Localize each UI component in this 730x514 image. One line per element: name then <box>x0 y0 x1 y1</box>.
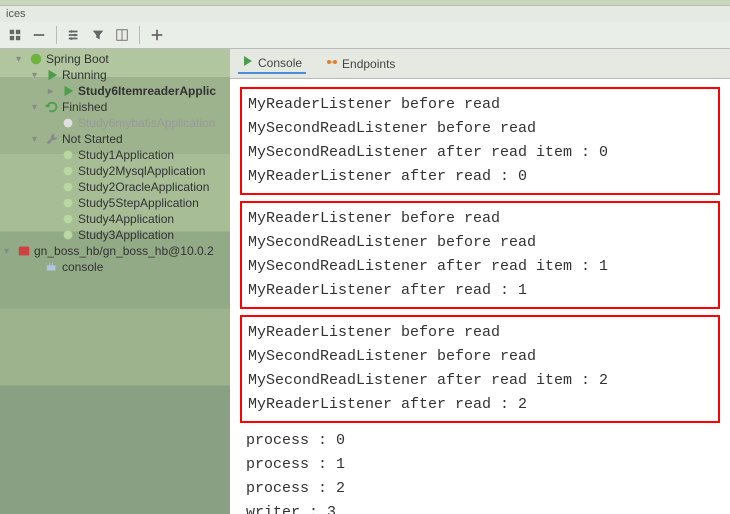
filter-icon[interactable] <box>89 26 107 44</box>
log-line: MySecondReadListener before read <box>248 117 712 141</box>
spring-icon <box>61 148 75 162</box>
tree-label: Study2MysqlApplication <box>78 164 205 178</box>
chevron-down-icon: ▾ <box>16 54 26 65</box>
log-line: process : 2 <box>240 477 720 501</box>
log-line: MySecondReadListener before read <box>248 345 712 369</box>
tree-panel: ▾ Spring Boot ▾ Running ▸ Study6Itemread… <box>0 49 230 514</box>
tab-endpoints[interactable]: Endpoints <box>322 54 399 73</box>
console-icon <box>45 260 59 274</box>
log-line: MyReaderListener before read <box>248 321 712 345</box>
tree-running-app[interactable]: ▸ Study6ItemreaderApplic <box>0 83 230 99</box>
log-line: MySecondReadListener before read <box>248 231 712 255</box>
log-group-0: MyReaderListener before readMySecondRead… <box>240 87 720 195</box>
tree-running[interactable]: ▾ Running <box>0 67 230 83</box>
chevron-down-icon: ▾ <box>32 70 42 81</box>
tree-finished-app[interactable]: Study6mybatisApplication <box>0 115 230 131</box>
refresh-icon <box>45 100 59 114</box>
tree-label: Not Started <box>62 132 123 146</box>
expand-all-icon[interactable] <box>6 26 24 44</box>
log-group-1: MyReaderListener before readMySecondRead… <box>240 201 720 309</box>
tree-label: Study1Application <box>78 148 174 162</box>
tree-label: Finished <box>62 100 107 114</box>
spring-icon <box>61 164 75 178</box>
tree-db-node[interactable]: ▾ gn_boss_hb/gn_boss_hb@10.0.2 <box>0 243 230 259</box>
tree-label: Running <box>62 68 107 82</box>
tree-finished[interactable]: ▾ Finished <box>0 99 230 115</box>
play-icon <box>242 55 254 70</box>
tree-not-started[interactable]: ▾ Not Started <box>0 131 230 147</box>
chevron-down-icon: ▾ <box>32 102 42 113</box>
tree-label: Spring Boot <box>46 52 109 66</box>
log-line: MyReaderListener before read <box>248 93 712 117</box>
spring-icon <box>61 196 75 210</box>
db-icon <box>17 244 31 258</box>
tree-label: console <box>62 260 103 274</box>
log-line: MyReaderListener before read <box>248 207 712 231</box>
tree-label: Study6ItemreaderApplic <box>78 84 216 98</box>
panel-title: ices <box>0 6 730 22</box>
tree-app-item[interactable]: Study4Application <box>0 211 230 227</box>
add-icon[interactable] <box>148 26 166 44</box>
log-line: MyReaderListener after read : 1 <box>248 279 712 303</box>
log-line: MySecondReadListener after read item : 2 <box>248 369 712 393</box>
play-icon <box>61 84 75 98</box>
spring-icon <box>61 212 75 226</box>
log-line: process : 0 <box>240 429 720 453</box>
tree-app-item[interactable]: Study2MysqlApplication <box>0 163 230 179</box>
tree-app-item[interactable]: Study3Application <box>0 227 230 243</box>
endpoint-icon <box>326 56 338 71</box>
tree-app-item[interactable]: Study2OracleApplication <box>0 179 230 195</box>
tree-label: Study6mybatisApplication <box>78 116 215 130</box>
log-line: writer : 3 <box>240 501 720 514</box>
spring-icon <box>29 52 43 66</box>
tree-root[interactable]: ▾ Spring Boot <box>0 51 230 67</box>
chevron-right-icon: ▸ <box>48 86 58 97</box>
collapse-all-icon[interactable] <box>30 26 48 44</box>
console-tabs: Console Endpoints <box>230 49 730 79</box>
console-output[interactable]: MyReaderListener before readMySecondRead… <box>230 79 730 514</box>
log-line: MySecondReadListener after read item : 1 <box>248 255 712 279</box>
tree-label: Study2OracleApplication <box>78 180 209 194</box>
spring-icon <box>61 180 75 194</box>
log-line: process : 1 <box>240 453 720 477</box>
spring-icon <box>61 116 75 130</box>
play-icon <box>45 68 59 82</box>
chevron-down-icon: ▾ <box>4 246 14 257</box>
spring-icon <box>61 228 75 242</box>
wrench-icon <box>45 132 59 146</box>
layout-icon[interactable] <box>113 26 131 44</box>
log-line: MySecondReadListener after read item : 0 <box>248 141 712 165</box>
chevron-down-icon: ▾ <box>32 134 42 145</box>
tab-label: Console <box>258 56 302 70</box>
tree-db-child[interactable]: console <box>0 259 230 275</box>
tab-label: Endpoints <box>342 57 395 71</box>
settings-icon[interactable] <box>65 26 83 44</box>
tree-app-item[interactable]: Study1Application <box>0 147 230 163</box>
tree-label: Study5StepApplication <box>78 196 199 210</box>
tree-app-item[interactable]: Study5StepApplication <box>0 195 230 211</box>
toolbar <box>0 22 730 49</box>
tree-label: gn_boss_hb/gn_boss_hb@10.0.2 <box>34 244 214 258</box>
tree-label: Study4Application <box>78 212 174 226</box>
tab-console[interactable]: Console <box>238 53 306 74</box>
log-line: MyReaderListener after read : 2 <box>248 393 712 417</box>
log-line: MyReaderListener after read : 0 <box>248 165 712 189</box>
log-group-2: MyReaderListener before readMySecondRead… <box>240 315 720 423</box>
tree-label: Study3Application <box>78 228 174 242</box>
